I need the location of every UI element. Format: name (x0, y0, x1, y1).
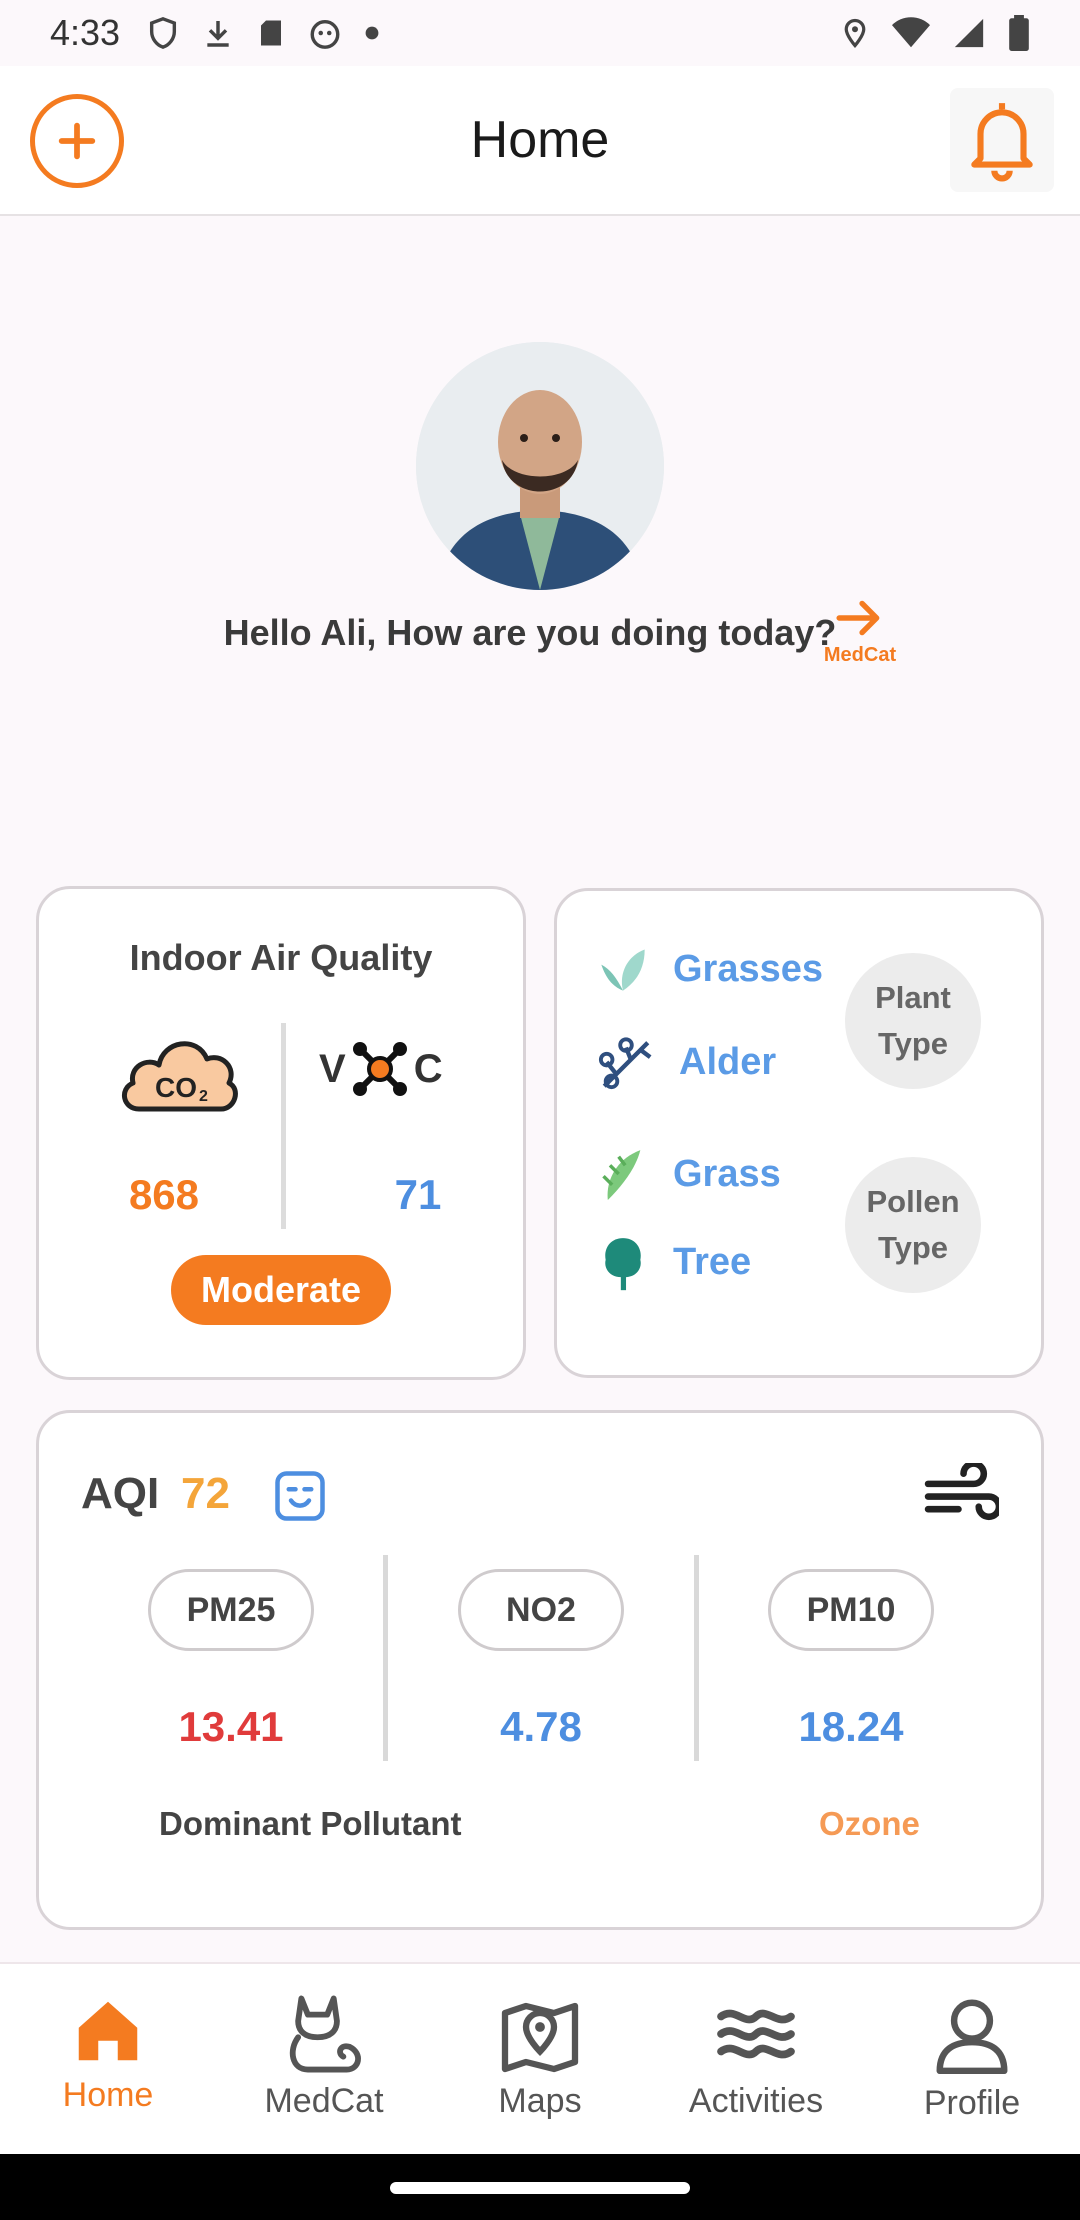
nav-item-medcat[interactable]: MedCat (216, 1992, 432, 2142)
co2-value: 868 (128, 1171, 200, 1218)
pollen-item-tree: Tree (597, 1233, 751, 1291)
greeting-text: Hello Ali, How are you doing today? (223, 612, 837, 653)
arrow-right-icon (836, 600, 880, 636)
plant-item-grasses: Grasses (597, 943, 823, 995)
shield-icon (150, 17, 177, 49)
indoor-air-quality-card[interactable]: Indoor Air Quality CO 2 V C 868 71 Moder… (36, 886, 526, 1380)
bell-icon (971, 103, 1033, 182)
nav-item-label: Home (62, 2076, 154, 2114)
nav-item-activities[interactable]: Activities (648, 1992, 864, 2142)
wind-icon (923, 1460, 1003, 1530)
plant-type-label-line1: Plant (875, 980, 951, 1015)
tree-icon (605, 1238, 641, 1291)
avatar[interactable] (416, 342, 664, 590)
air-quality-status-badge: Moderate (171, 1255, 391, 1325)
iaq-divider (281, 1023, 286, 1229)
plant-type-label: Plant Type (875, 975, 951, 1067)
status-bar: 4:33 (0, 0, 1080, 66)
sd-card-icon (261, 20, 282, 46)
pollen-type-label: Pollen Type (866, 1179, 959, 1271)
avatar-portrait (416, 342, 664, 590)
plant-item-label: Alder (679, 1040, 777, 1083)
iaq-title: Indoor Air Quality (129, 937, 433, 978)
aqi-divider (383, 1555, 388, 1761)
nav-item-label: Activities (688, 2082, 824, 2120)
nav-item-home[interactable]: Home (0, 1992, 216, 2142)
plant-item-alder: Alder (597, 1033, 776, 1091)
home-icon (78, 2001, 138, 2061)
voc-label-right: C (413, 1046, 443, 1091)
aqi-label: AQI (81, 1469, 160, 1518)
grass-leaf-icon (602, 1150, 641, 1200)
wifi-icon (892, 17, 930, 48)
svg-text:CO: CO (155, 1072, 197, 1103)
dot-icon (365, 26, 379, 40)
leaf-icon (601, 949, 645, 991)
nav-item-label: Profile (923, 2084, 1021, 2122)
aqi-divider (694, 1555, 699, 1761)
notifications-button[interactable] (950, 88, 1054, 192)
voc-label: V C (319, 1039, 443, 1099)
pollen-type-label-line1: Pollen (866, 1184, 960, 1219)
battery-icon (1009, 15, 1029, 51)
bottom-navigation: Home MedCat Maps Activities Profile (0, 1962, 1080, 2154)
nav-item-label: Maps (498, 2082, 582, 2120)
pollutant-value-pm25: 13.41 (178, 1703, 284, 1750)
signal-icon (954, 18, 984, 48)
aqi-value: 72 (181, 1469, 230, 1518)
pollutant-pill-no2: NO2 (458, 1569, 624, 1651)
pollen-type-label-line2: Type (877, 1230, 949, 1265)
status-notification-icons (146, 16, 380, 50)
pollutant-value-no2: 4.78 (500, 1703, 582, 1750)
waves-icon (717, 2009, 795, 2059)
plant-pollen-card[interactable]: Grasses Alder Plant Type Grass Tree Polle… (554, 888, 1044, 1378)
location-icon (844, 18, 866, 48)
dominant-pollutant-label: Dominant Pollutant (159, 1805, 462, 1842)
medcat-link-label: MedCat (823, 644, 897, 666)
pollen-item-grass: Grass (597, 1145, 781, 1203)
molecule-icon (352, 1042, 407, 1096)
user-icon (936, 1999, 1008, 2075)
nav-item-maps[interactable]: Maps (432, 1992, 648, 2142)
nav-item-profile[interactable]: Profile (864, 1992, 1080, 2142)
voc-value: 71 (394, 1171, 442, 1218)
svg-text:2: 2 (199, 1088, 208, 1105)
map-pin-icon (501, 2002, 579, 2073)
plant-type-button[interactable]: Plant Type (845, 953, 981, 1089)
status-time: 4:33 (50, 12, 121, 53)
pollutant-pill-pm10: PM10 (768, 1569, 934, 1651)
dominant-pollutant-value: Ozone (819, 1805, 920, 1842)
pollen-item-label: Tree (673, 1240, 752, 1283)
page-title: Home (470, 111, 610, 169)
pollutant-value-pm10: 18.24 (798, 1703, 904, 1750)
app-header: Home (0, 66, 1080, 216)
status-system-icons (840, 15, 1030, 51)
system-gesture-bar (0, 2154, 1080, 2220)
download-icon (207, 21, 229, 47)
pollen-item-label: Grass (673, 1152, 781, 1195)
cat-face-icon (310, 19, 340, 49)
plant-type-label-line2: Type (877, 1026, 949, 1061)
branch-icon (598, 1037, 652, 1090)
nav-item-label: MedCat (264, 2082, 384, 2120)
smiley-icon (273, 1469, 327, 1528)
plant-item-label: Grasses (673, 947, 824, 990)
home-gesture-handle[interactable] (390, 2182, 690, 2194)
cat-icon (289, 1995, 361, 2073)
pollutant-pill-pm25: PM25 (148, 1569, 314, 1651)
voc-label-left: V (319, 1046, 346, 1091)
pollen-type-button[interactable]: Pollen Type (845, 1157, 981, 1293)
aqi-card[interactable]: AQI 72 PM25 NO2 PM10 13.41 4.78 18.24 Do… (36, 1410, 1044, 1930)
medcat-link[interactable]: MedCat (814, 596, 906, 682)
co2-cloud-icon: CO 2 (117, 1027, 241, 1120)
